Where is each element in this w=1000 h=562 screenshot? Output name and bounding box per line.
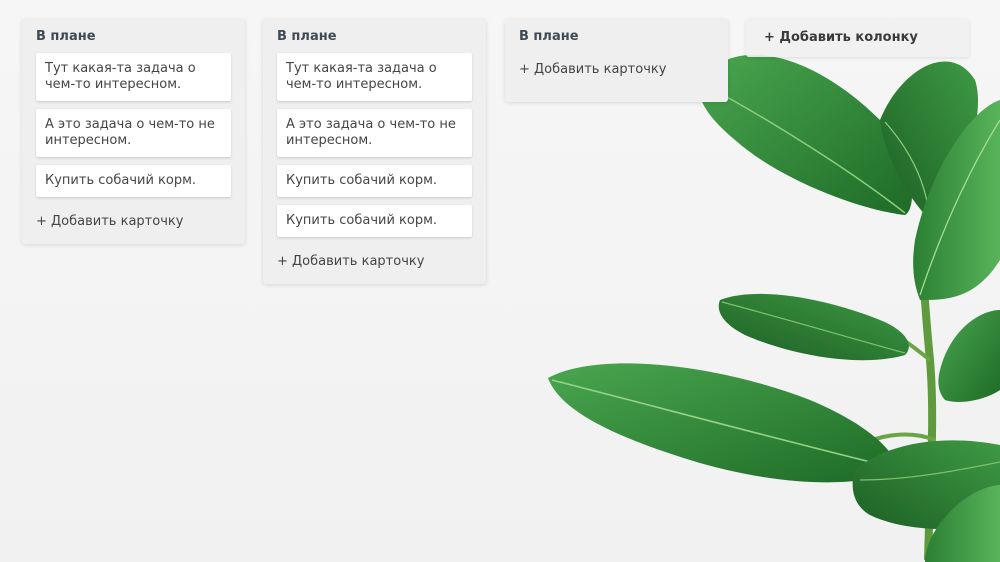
card[interactable]: Купить собачий корм. — [277, 165, 472, 197]
card[interactable]: Купить собачий корм. — [277, 205, 472, 237]
column-1: В плане Тут какая-та задача о чем-то инт… — [22, 19, 245, 244]
card[interactable]: Купить собачий корм. — [36, 165, 231, 197]
card[interactable]: Тут какая-та задача о чем-то интересном. — [36, 53, 231, 101]
add-card-button[interactable]: + Добавить карточку — [36, 205, 231, 230]
column-title[interactable]: В плане — [36, 29, 231, 45]
card[interactable]: Тут какая-та задача о чем-то интересном. — [277, 53, 472, 101]
card[interactable]: А это задача о чем-то не интересном. — [277, 109, 472, 157]
column-3: В плане + Добавить карточку — [505, 19, 728, 102]
add-card-button[interactable]: + Добавить карточку — [519, 53, 714, 78]
column-title[interactable]: В плане — [277, 29, 472, 45]
add-card-button[interactable]: + Добавить карточку — [277, 245, 472, 270]
column-2: В плане Тут какая-та задача о чем-то инт… — [263, 19, 486, 284]
column-title[interactable]: В плане — [519, 29, 714, 45]
card[interactable]: А это задача о чем-то не интересном. — [36, 109, 231, 157]
add-column-button[interactable]: + Добавить колонку — [746, 19, 969, 57]
